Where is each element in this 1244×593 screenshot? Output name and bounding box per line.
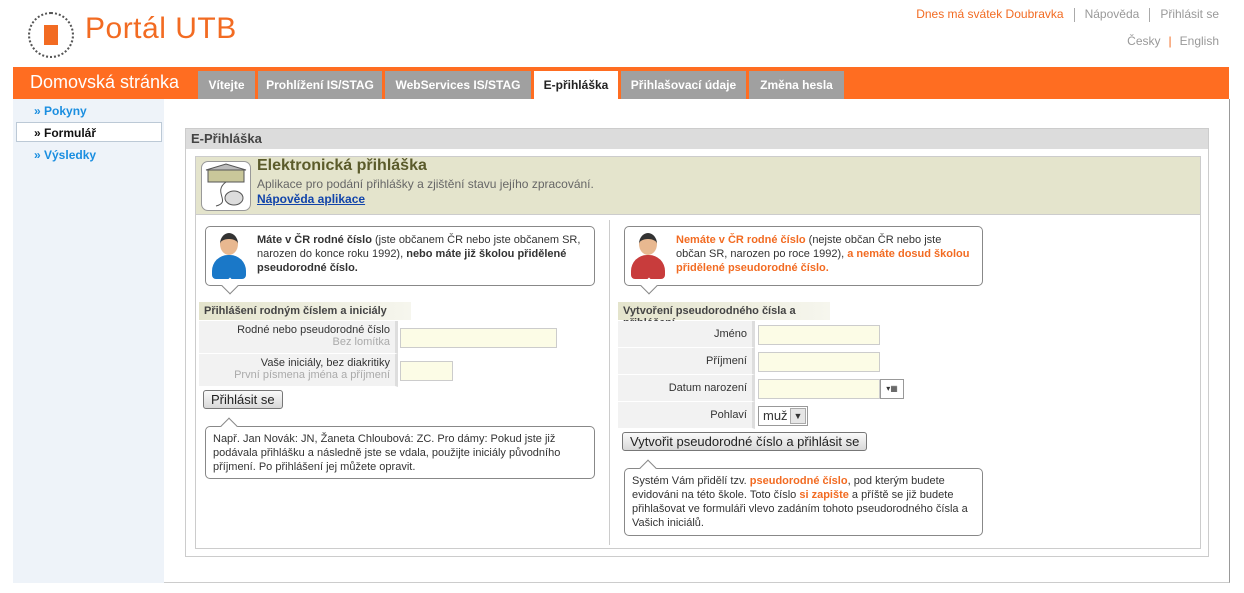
prijmeni-input[interactable] — [758, 352, 880, 372]
top-links: Dnes má svátek Doubravka Nápověda Přihlási… — [916, 7, 1219, 22]
datum-input[interactable] — [758, 379, 880, 399]
panel-title: E-Přihláška — [186, 129, 1208, 149]
row-pohlavi: Pohlaví — [618, 402, 755, 429]
user-red-avatar-icon — [631, 231, 665, 279]
note-right-p4: si zapište — [799, 489, 849, 501]
login-button[interactable]: Přihlásit se — [203, 390, 283, 409]
note-right-p2: pseudorodné číslo — [749, 475, 848, 487]
label-rodne-cislo: Rodné nebo pseudorodné číslo — [237, 324, 390, 336]
app-help-link[interactable]: Nápověda aplikace — [257, 192, 365, 206]
sidebar-item-formular[interactable]: » Formulář — [34, 126, 96, 140]
app-subtitle: Aplikace pro podání přihlášky a zjištění… — [257, 177, 594, 191]
note-left-text: Např. Jan Novák: JN, Žaneta Chloubová: Z… — [213, 433, 561, 473]
login-link[interactable]: Přihlásit se — [1160, 7, 1219, 21]
lang-english[interactable]: English — [1180, 34, 1219, 48]
app-title: Elektronická přihláška — [257, 157, 427, 174]
sidebar-item-vysledky[interactable]: » Výsledky — [34, 148, 96, 162]
user-blue-avatar-icon — [212, 231, 246, 279]
sidebar-item-pokyny[interactable]: » Pokyny — [34, 104, 87, 118]
inicialy-input[interactable] — [400, 361, 453, 381]
label-pohlavi: Pohlaví — [710, 409, 747, 421]
tab-e-prihlaska[interactable]: E-přihláška — [534, 71, 618, 99]
bubble-right-t1: Nemáte v ČR rodné číslo — [676, 234, 806, 246]
language-switch: Česky | English — [1127, 34, 1219, 48]
row-datum: Datum narození — [618, 375, 755, 402]
calendar-picker-icon[interactable]: ▾▦ — [880, 379, 904, 399]
tab-webservices[interactable]: WebServices IS/STAG — [385, 71, 531, 99]
bubble-left-t1: Máte v ČR rodné číslo — [257, 234, 372, 246]
info-bubble-right: Nemáte v ČR rodné číslo (nejste občan ČR… — [624, 226, 983, 295]
row-prijmeni: Příjmení — [618, 348, 755, 375]
row-jmeno: Jméno — [618, 321, 755, 348]
lang-czech[interactable]: Česky — [1127, 34, 1160, 48]
tab-prihlasovaci-udaje[interactable]: Přihlašovací údaje — [621, 71, 746, 99]
row-rodne-cislo: Rodné nebo pseudorodné číslo Bez lomítka — [199, 321, 398, 354]
info-bubble-left: Máte v ČR rodné číslo (jste občanem ČR n… — [205, 226, 595, 295]
hint-rodne-cislo: Bez lomítka — [332, 336, 390, 348]
note-right-p1: Systém Vám přidělí tzv. — [632, 475, 750, 487]
home-link[interactable]: Domovská stránka — [30, 72, 179, 93]
portal-logo[interactable]: Portál UTB — [85, 12, 237, 46]
rodne-cislo-input[interactable] — [400, 328, 557, 348]
chevron-down-icon[interactable]: ▼ — [790, 408, 806, 424]
label-datum: Datum narození — [668, 382, 747, 394]
tab-vitejte[interactable]: Vítejte — [198, 71, 255, 99]
note-bubble-left: Např. Jan Novák: JN, Žaneta Chloubová: Z… — [205, 417, 595, 479]
create-and-login-button[interactable]: Vytvořit pseudorodné číslo a přihlásit s… — [622, 432, 868, 451]
label-inicialy: Vaše iniciály, bez diakritiky — [260, 357, 390, 369]
column-divider — [609, 220, 610, 545]
section-title-left: Přihlášení rodným číslem a iniciály — [199, 302, 411, 320]
tab-zmena-hesla[interactable]: Změna hesla — [749, 71, 844, 99]
help-link[interactable]: Nápověda — [1085, 7, 1140, 21]
label-prijmeni: Příjmení — [706, 355, 747, 367]
utb-seal-logo — [28, 12, 74, 58]
tab-prohlizeni[interactable]: Prohlížení IS/STAG — [258, 71, 382, 99]
hint-inicialy: První písmena jména a příjmení — [234, 369, 390, 381]
nameday-text: Dnes má svátek Doubravka — [916, 7, 1064, 21]
label-jmeno: Jméno — [713, 328, 747, 340]
sidebar — [13, 99, 164, 583]
section-title-right: Vytvoření pseudorodného čísla a přihláše… — [618, 302, 830, 329]
note-bubble-right: Systém Vám přidělí tzv. pseudorodné čísl… — [624, 459, 983, 536]
building-mouse-icon — [201, 161, 251, 211]
pohlavi-select[interactable]: muž ▼ — [758, 406, 808, 426]
row-inicialy: Vaše iniciály, bez diakritiky První písme… — [199, 354, 398, 387]
jmeno-input[interactable] — [758, 325, 880, 345]
pohlavi-value: muž — [763, 408, 788, 423]
